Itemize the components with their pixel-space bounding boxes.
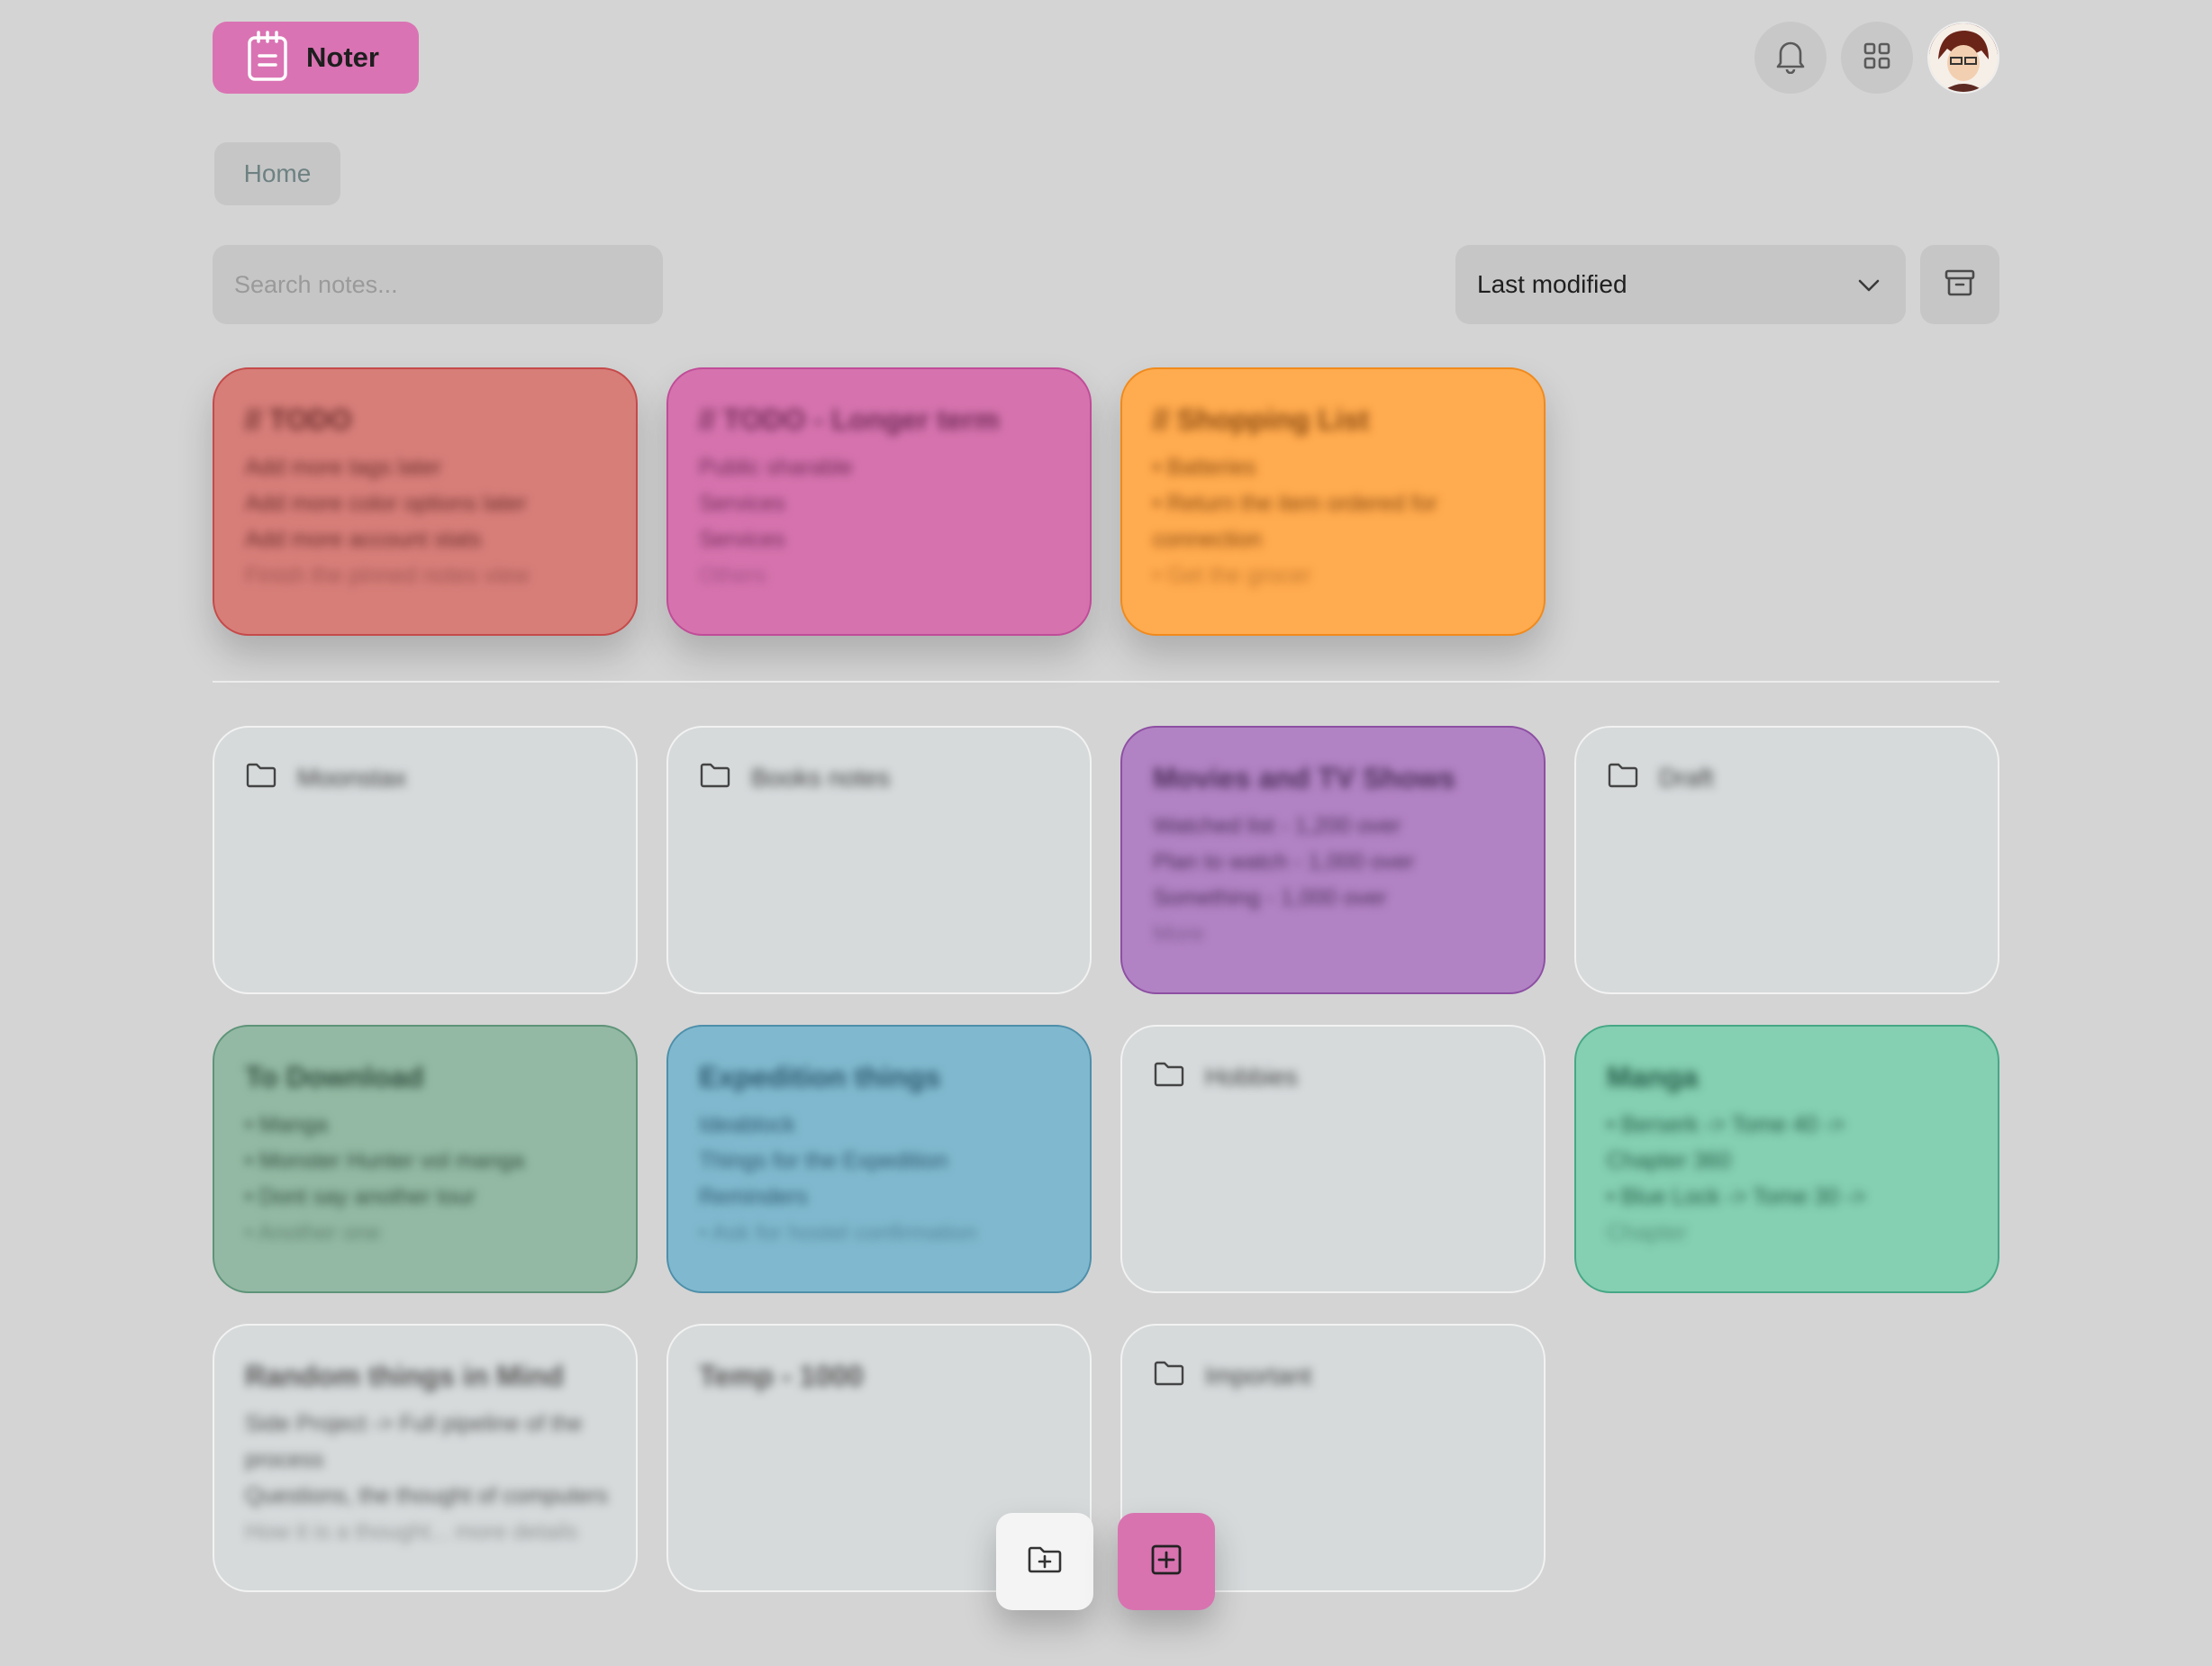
archive-button[interactable]	[1920, 245, 1999, 324]
pinned-note-card[interactable]: // TODO - Longer term Public sharable Se…	[666, 367, 1092, 636]
folder-icon	[245, 762, 277, 793]
note-line: • Another one	[245, 1220, 381, 1245]
note-line: More	[1153, 921, 1204, 946]
grid-icon	[1862, 41, 1892, 76]
pinned-divider	[213, 681, 1999, 683]
note-line: Ideablock	[699, 1112, 796, 1137]
note-line: Finish the pinned notes view	[245, 563, 530, 588]
folder-name: Important	[1205, 1361, 1312, 1390]
folder-card[interactable]: Hobbies	[1120, 1025, 1546, 1293]
note-line: Others	[699, 563, 767, 588]
note-line: • Ask for hostel confirmation	[699, 1220, 977, 1245]
note-line: Something - 1,000 over	[1153, 885, 1387, 910]
note-title: Temp - 1000	[699, 1360, 864, 1392]
note-line: • Monster Hunter vol manga	[245, 1148, 525, 1173]
note-line: Public sharable	[699, 455, 853, 480]
sort-select[interactable]: Last modified	[1455, 245, 1906, 324]
note-title: // Shopping List	[1153, 403, 1369, 436]
folder-card[interactable]: Draft	[1574, 726, 1999, 994]
note-card[interactable]: Expedition things Ideablock Things for t…	[666, 1025, 1092, 1293]
archive-icon	[1944, 268, 1976, 302]
note-title: // TODO - Longer term	[699, 403, 1000, 436]
note-line: process	[245, 1447, 324, 1472]
note-line: • Manga	[245, 1112, 329, 1137]
note-line: Side Project -> Full pipeline of the	[245, 1411, 583, 1436]
folder-name: Books notes	[751, 763, 891, 792]
folder-icon	[1607, 762, 1639, 793]
new-folder-button[interactable]	[996, 1513, 1093, 1610]
folder-name: Moonstax	[297, 763, 407, 792]
note-line: • Get the grocer	[1153, 563, 1311, 588]
note-line: • Batteries	[1153, 455, 1256, 480]
bell-icon	[1773, 38, 1808, 78]
folder-name: Hobbies	[1205, 1062, 1298, 1091]
note-plus-icon	[1150, 1544, 1183, 1580]
note-title: Movies and TV Shows	[1153, 762, 1456, 794]
chevron-down-icon	[1857, 270, 1881, 299]
note-line: Chapter	[1607, 1220, 1687, 1245]
note-line: Services	[699, 527, 785, 552]
note-line: Questions, the thought of computers	[245, 1483, 609, 1508]
app-name: Noter	[306, 41, 379, 73]
note-title: Random things in Mind	[245, 1360, 564, 1392]
folder-name: Draft	[1659, 763, 1714, 792]
search-input[interactable]	[213, 245, 663, 324]
note-line: • Dont say another tour	[245, 1184, 476, 1209]
app-logo[interactable]: Noter	[213, 22, 419, 94]
note-line: • Berserk -> Tome 40 ->	[1607, 1112, 1845, 1137]
note-line: Things for the Expedition	[699, 1148, 948, 1173]
note-title: Manga	[1607, 1061, 1699, 1093]
note-card[interactable]: Manga • Berserk -> Tome 40 -> Chapter 36…	[1574, 1025, 1999, 1293]
note-line: Add more color options later	[245, 491, 527, 516]
note-line: Chapter 360	[1607, 1148, 1731, 1173]
note-line: Services	[699, 491, 785, 516]
folder-icon	[699, 762, 731, 793]
note-line: connection	[1153, 527, 1262, 552]
user-avatar[interactable]	[1927, 22, 1999, 94]
sort-selected-value: Last modified	[1477, 270, 1627, 298]
note-line: Reminders	[699, 1184, 808, 1209]
notifications-button[interactable]	[1754, 22, 1827, 94]
note-card[interactable]: Movies and TV Shows Watched list - 1,200…	[1120, 726, 1546, 994]
folder-icon	[1153, 1061, 1185, 1092]
note-card[interactable]: Random things in Mind Side Project -> Fu…	[213, 1324, 638, 1592]
note-line: Add more tags later	[245, 455, 442, 480]
pinned-note-card[interactable]: // Shopping List • Batteries • Return th…	[1120, 367, 1546, 636]
note-line: Add more account stats	[245, 527, 482, 552]
note-title: Expedition things	[699, 1061, 941, 1093]
note-line: Watched list - 1,200 over	[1153, 813, 1401, 838]
note-card[interactable]: To Download • Manga • Monster Hunter vol…	[213, 1025, 638, 1293]
pinned-note-card[interactable]: // TODO Add more tags later Add more col…	[213, 367, 638, 636]
folder-icon	[1153, 1360, 1185, 1391]
note-title: // TODO	[245, 403, 352, 436]
note-title: To Download	[245, 1061, 424, 1093]
breadcrumb-home[interactable]: Home	[214, 142, 340, 205]
note-line: • Return the item ordered for	[1153, 491, 1437, 516]
apps-grid-button[interactable]	[1841, 22, 1913, 94]
note-line: • Blue Lock -> Tome 30 ->	[1607, 1184, 1866, 1209]
new-note-button[interactable]	[1118, 1513, 1215, 1610]
folder-card[interactable]: Moonstax	[213, 726, 638, 994]
notepad-icon	[247, 30, 288, 86]
folder-plus-icon	[1027, 1544, 1063, 1580]
note-line: Plan to watch - 1,000 over	[1153, 849, 1415, 874]
note-line: How it is a thought... more details	[245, 1519, 578, 1544]
folder-card[interactable]: Books notes	[666, 726, 1092, 994]
